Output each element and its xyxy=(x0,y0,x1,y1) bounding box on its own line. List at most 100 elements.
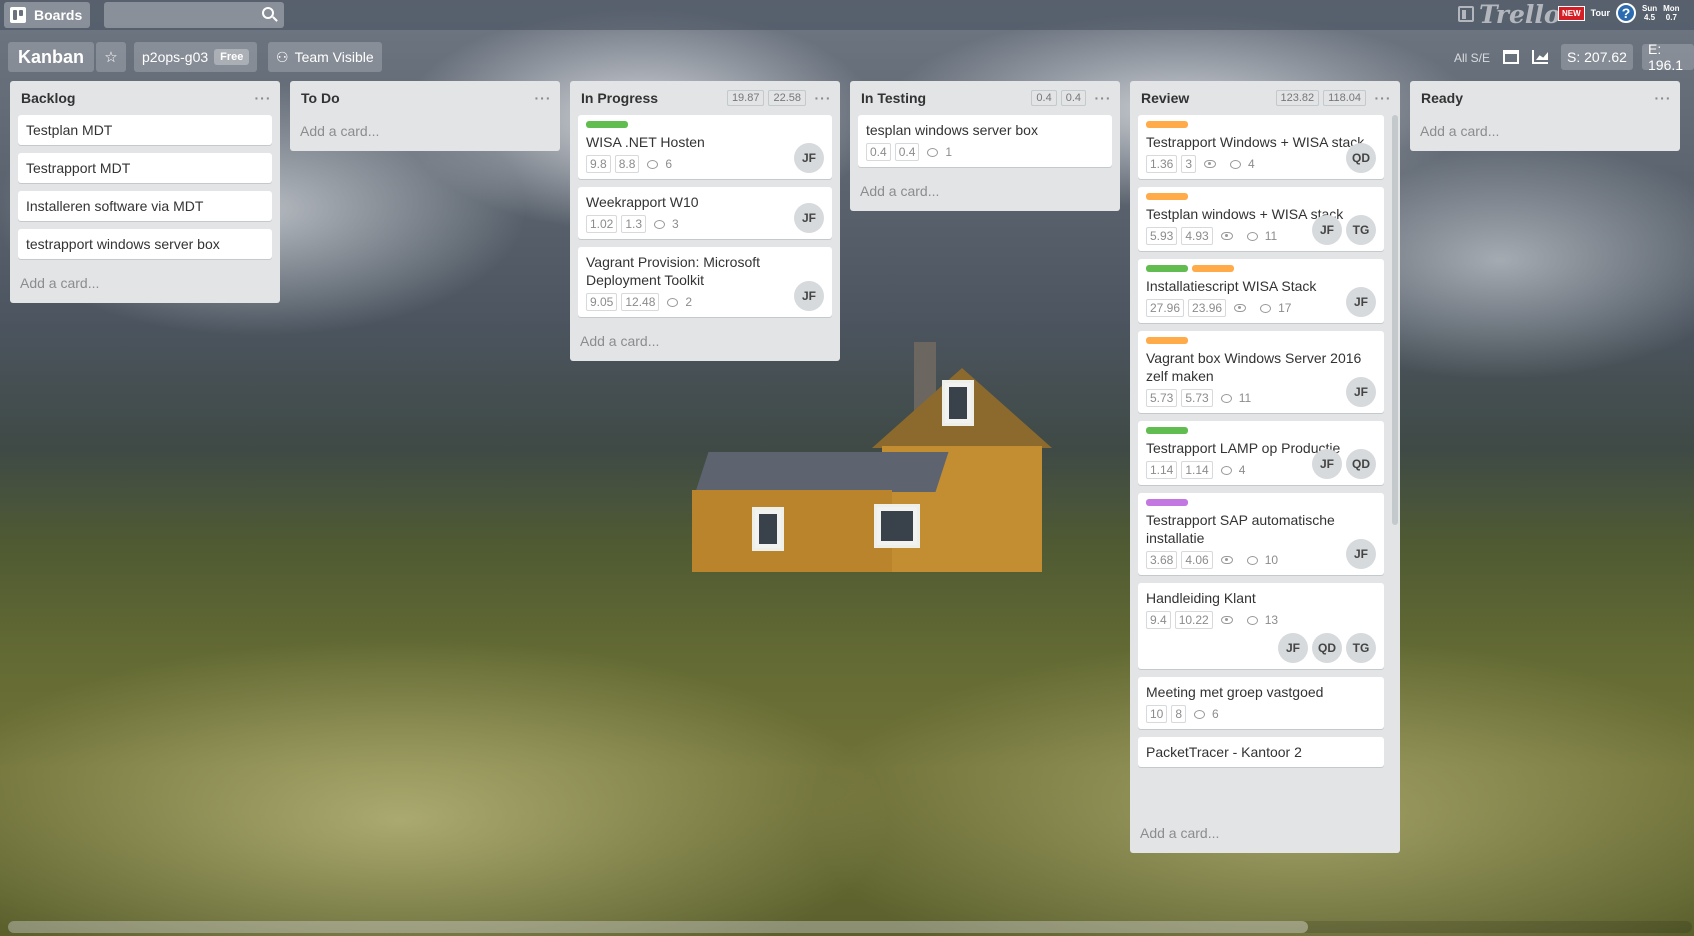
avatar[interactable]: JF xyxy=(1278,633,1308,663)
list-header[interactable]: Ready ··· xyxy=(1410,81,1680,115)
board-title[interactable]: Kanban xyxy=(8,42,95,72)
card[interactable]: Weekrapport W10 1.02 1.3 3 JF xyxy=(578,187,832,239)
spent-badge: 10 xyxy=(1146,705,1168,723)
card[interactable]: Testplan MDT xyxy=(18,115,272,145)
card[interactable]: Meeting met groep vastgoed 10 8 6 xyxy=(1138,677,1384,729)
list-to-do: To Do ··· Add a card... xyxy=(290,81,560,151)
list-header[interactable]: In Progress 19.87 22.58 ··· xyxy=(570,81,840,115)
avatar[interactable]: TG xyxy=(1346,633,1376,663)
avatar[interactable]: JF xyxy=(1346,377,1376,407)
card-title: Meeting met groep vastgoed xyxy=(1146,684,1324,700)
card-label-orange[interactable] xyxy=(1146,193,1188,200)
card-label-orange[interactable] xyxy=(1146,121,1188,128)
card[interactable]: tesplan windows server box 0.4 0.4 1 xyxy=(858,115,1112,167)
add-card-button[interactable]: Add a card... xyxy=(850,175,1120,207)
tour-label[interactable]: Tour xyxy=(1591,8,1610,18)
list-menu-icon[interactable]: ··· xyxy=(1374,90,1392,106)
list-header[interactable]: In Testing 0.4 0.4 ··· xyxy=(850,81,1120,115)
spent-badge: 1.14 xyxy=(1146,461,1178,479)
add-card-button[interactable]: Add a card... xyxy=(290,115,560,147)
stat-estimate[interactable]: E: 196.1 xyxy=(1642,41,1694,73)
boards-button[interactable]: Boards xyxy=(4,2,91,28)
avatar[interactable]: QD xyxy=(1346,449,1376,479)
list-title[interactable]: To Do xyxy=(301,90,534,106)
review-scrollbar[interactable] xyxy=(1392,115,1398,525)
trello-logo[interactable]: Trello xyxy=(1458,0,1561,29)
comment-icon xyxy=(927,147,939,157)
spent-badge: 0.4 xyxy=(866,143,891,161)
list-menu-icon[interactable]: ··· xyxy=(254,90,272,106)
watch-icon xyxy=(1220,556,1233,564)
card-title: tesplan windows server box xyxy=(866,122,1038,138)
chart-icon[interactable] xyxy=(1532,50,1548,64)
card-title: Vagrant box Windows Server 2016 zelf mak… xyxy=(1146,350,1362,384)
estimate-badge: 4.93 xyxy=(1181,227,1213,245)
list-header[interactable]: Backlog ··· xyxy=(10,81,280,115)
org-button[interactable]: p2ops-g03 Free xyxy=(134,42,258,72)
estimate-badge: 12.48 xyxy=(621,293,660,311)
review-card-scroll[interactable]: Testrapport Windows + WISA stack 1.36 3 … xyxy=(1130,115,1400,817)
star-button[interactable]: ☆ xyxy=(96,42,126,72)
list-menu-icon[interactable]: ··· xyxy=(534,90,552,106)
avatar[interactable]: JF xyxy=(1312,215,1342,245)
card-label-purple[interactable] xyxy=(1146,499,1188,506)
card[interactable]: Testrapport LAMP op Productie 1.14 1.14 … xyxy=(1138,421,1384,485)
avatar[interactable]: JF xyxy=(1312,449,1342,479)
card[interactable]: Installeren software via MDT xyxy=(18,191,272,221)
search-box[interactable] xyxy=(104,2,284,28)
list-title[interactable]: Ready xyxy=(1421,90,1654,106)
list-title[interactable]: Review xyxy=(1141,90,1276,106)
add-card-button[interactable]: Add a card... xyxy=(10,267,280,299)
card-label-orange[interactable] xyxy=(1146,337,1188,344)
card-title: Testrapport Windows + WISA stack xyxy=(1146,134,1365,150)
search-icon[interactable] xyxy=(262,7,274,19)
help-icon[interactable]: ? xyxy=(1616,3,1636,23)
new-badge[interactable]: NEW xyxy=(1558,5,1585,21)
add-card-button[interactable]: Add a card... xyxy=(570,325,840,357)
list-header[interactable]: Review 123.82 118.04 ··· xyxy=(1130,81,1400,115)
card[interactable]: WISA .NET Hosten 9.8 8.8 6 JF xyxy=(578,115,832,179)
search-input[interactable] xyxy=(104,2,284,28)
card[interactable]: testrapport windows server box xyxy=(18,229,272,259)
list-title[interactable]: In Testing xyxy=(861,90,1031,106)
list-menu-icon[interactable]: ··· xyxy=(814,90,832,106)
comment-icon xyxy=(647,159,659,169)
filter-label[interactable]: All S/E xyxy=(1454,51,1490,65)
list-ready: Ready ··· Add a card... xyxy=(1410,81,1680,151)
avatar[interactable]: QD xyxy=(1346,143,1376,173)
spent-badge: 5.93 xyxy=(1146,227,1178,245)
card[interactable]: Vagrant box Windows Server 2016 zelf mak… xyxy=(1138,331,1384,413)
card[interactable]: Vagrant Provision: Microsoft Deployment … xyxy=(578,247,832,317)
card[interactable]: Testrapport SAP automatische installatie… xyxy=(1138,493,1384,575)
visibility-button[interactable]: ⚇ Team Visible xyxy=(268,42,382,72)
card[interactable]: Handleiding Klant 9.4 10.22 13 JF QD TG xyxy=(1138,583,1384,669)
card-label-green[interactable] xyxy=(586,121,628,128)
list-title[interactable]: Backlog xyxy=(21,90,254,106)
comment-icon xyxy=(1260,303,1272,313)
card[interactable]: Testplan windows + WISA stack 5.93 4.93 … xyxy=(1138,187,1384,251)
avatar[interactable]: JF xyxy=(1346,287,1376,317)
card[interactable]: PacketTracer - Kantoor 2 xyxy=(1138,737,1384,767)
card-label-green[interactable] xyxy=(1146,427,1188,434)
board-scrollbar-thumb[interactable] xyxy=(8,921,1308,933)
card-label-green[interactable] xyxy=(1146,265,1188,272)
list-menu-icon[interactable]: ··· xyxy=(1654,90,1672,106)
avatar[interactable]: JF xyxy=(794,143,824,173)
stat-spent[interactable]: S: 207.62 xyxy=(1561,44,1633,70)
avatar[interactable]: JF xyxy=(794,203,824,233)
avatar[interactable]: JF xyxy=(1346,539,1376,569)
avatar[interactable]: TG xyxy=(1346,215,1376,245)
spent-badge: 9.4 xyxy=(1146,611,1171,629)
avatar[interactable]: QD xyxy=(1312,633,1342,663)
card[interactable]: Installatiescript WISA Stack 27.96 23.96… xyxy=(1138,259,1384,323)
add-card-button[interactable]: Add a card... xyxy=(1130,817,1400,849)
card[interactable]: Testrapport Windows + WISA stack 1.36 3 … xyxy=(1138,115,1384,179)
list-title[interactable]: In Progress xyxy=(581,90,727,106)
list-menu-icon[interactable]: ··· xyxy=(1094,90,1112,106)
add-card-button[interactable]: Add a card... xyxy=(1410,115,1680,147)
card-label-orange[interactable] xyxy=(1192,265,1234,272)
avatar[interactable]: JF xyxy=(794,281,824,311)
calendar-icon[interactable] xyxy=(1503,50,1519,64)
list-header[interactable]: To Do ··· xyxy=(290,81,560,115)
card[interactable]: Testrapport MDT xyxy=(18,153,272,183)
